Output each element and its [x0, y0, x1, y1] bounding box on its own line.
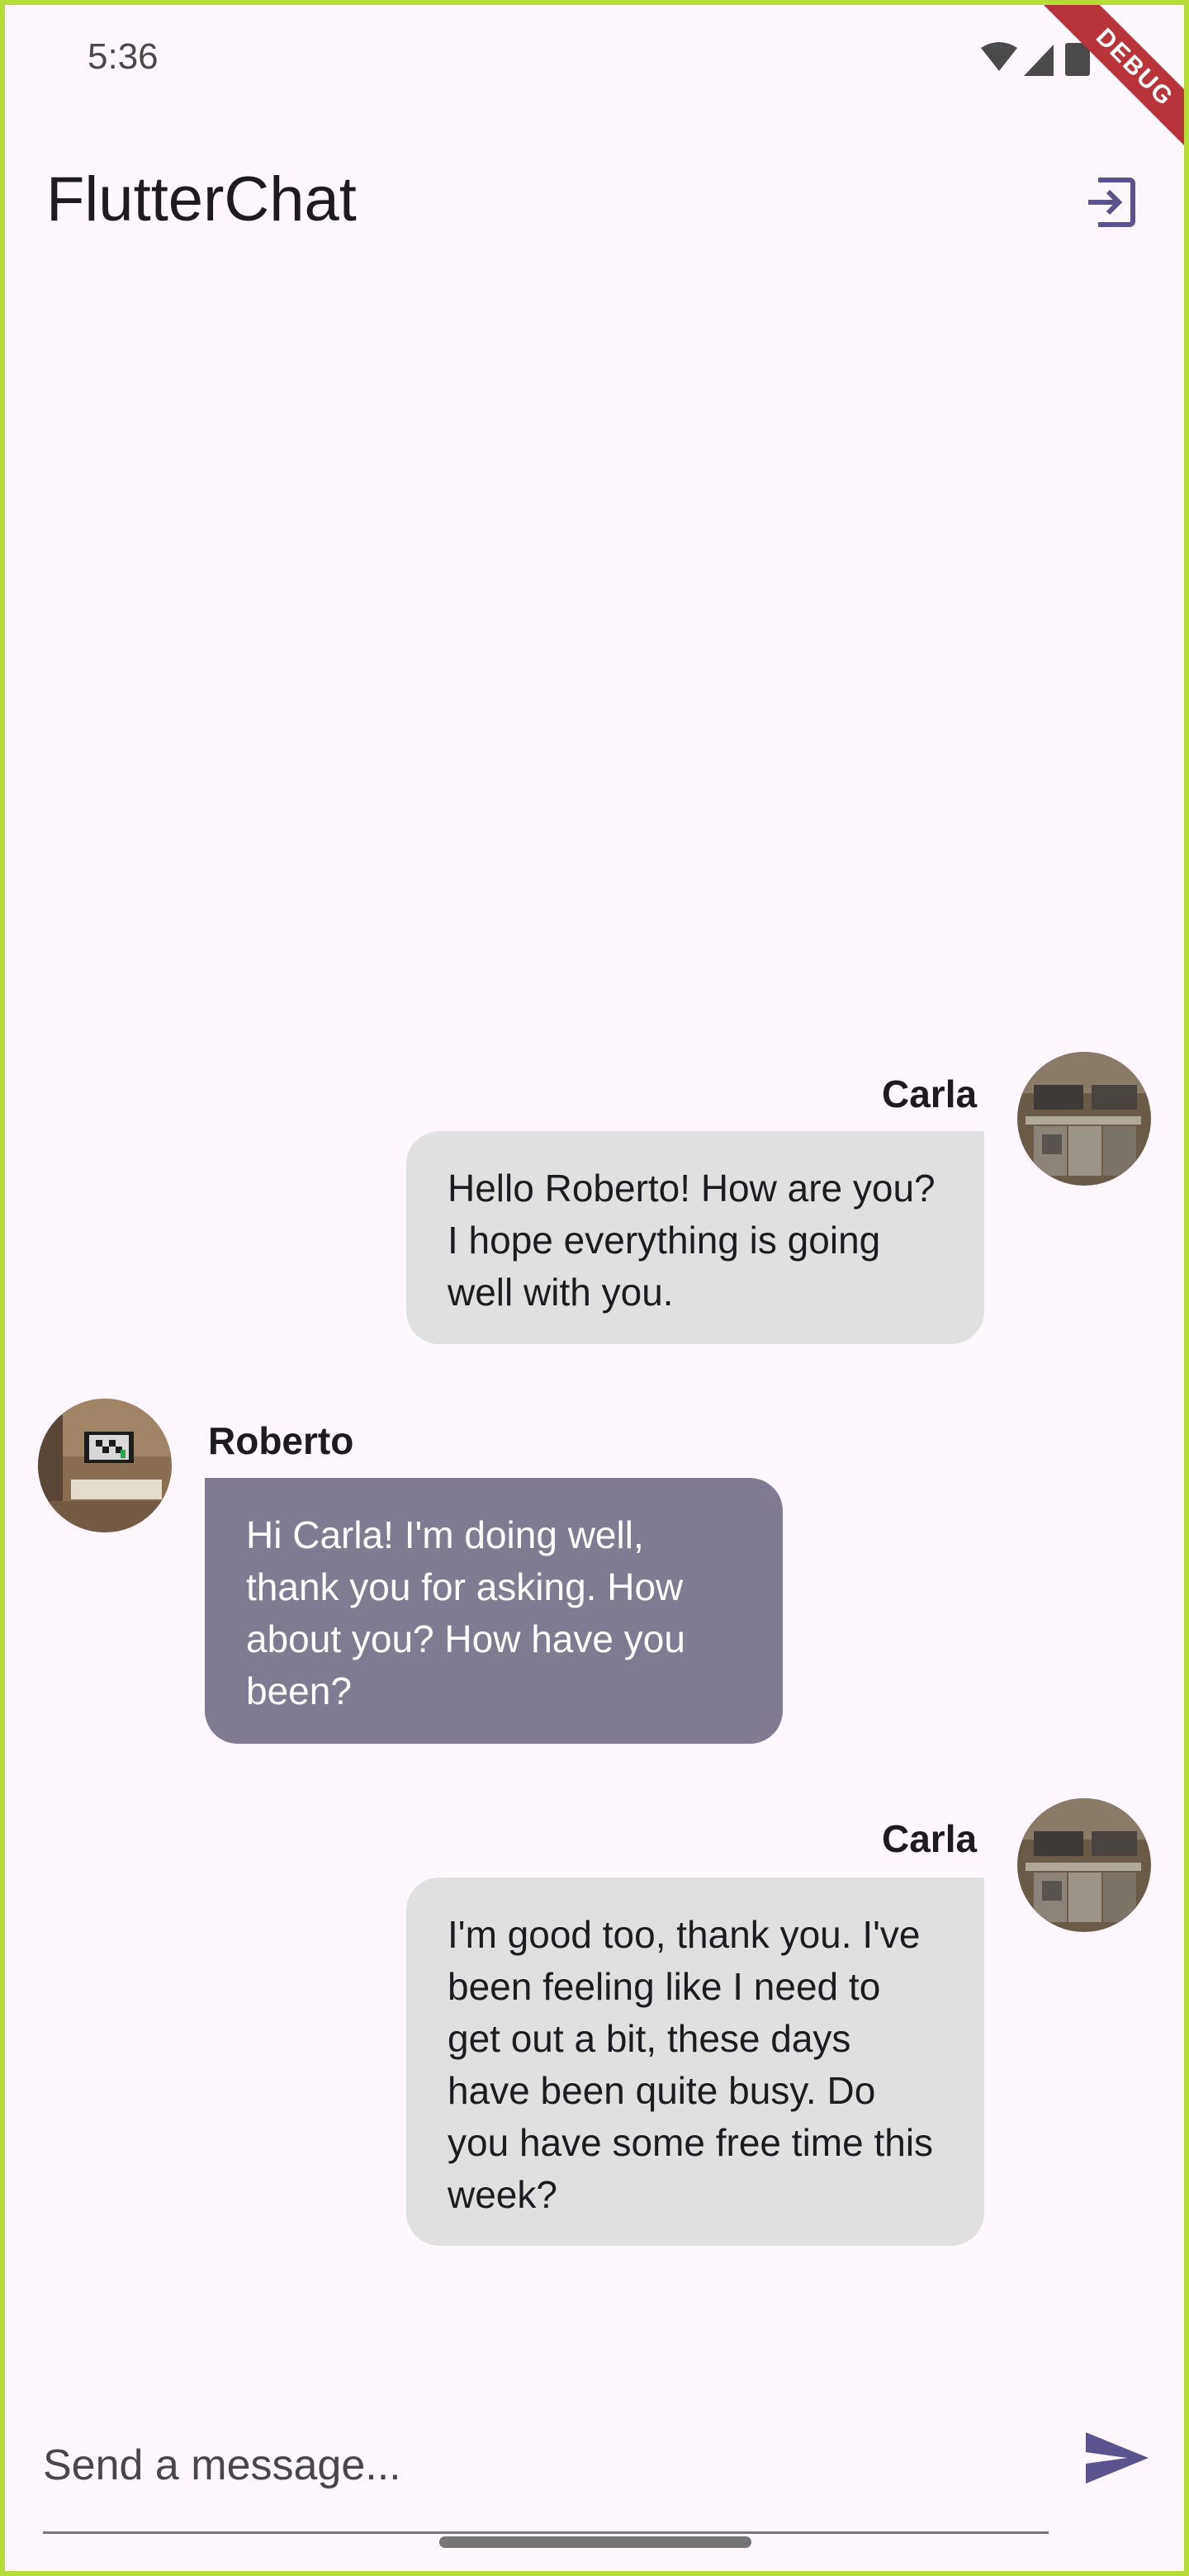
message-bubble: Hi Carla! I'm doing well, thank you for … — [205, 1478, 783, 1744]
debug-ribbon: DEBUG — [1032, 0, 1189, 170]
composer — [43, 2394, 1049, 2535]
app-title: FlutterChat — [46, 164, 357, 234]
avatar[interactable] — [38, 1399, 172, 1532]
status-time: 5:36 — [88, 36, 159, 77]
avatar[interactable] — [1017, 1798, 1151, 1932]
send-button[interactable] — [1080, 2421, 1154, 2495]
message-bubble: Hello Roberto! How are you? I hope every… — [406, 1131, 984, 1344]
avatar[interactable] — [1017, 1052, 1151, 1186]
sender-name: Roberto — [208, 1419, 354, 1462]
message-input[interactable] — [43, 2424, 1049, 2507]
message-bubble: I'm good too, thank you. I've been feeli… — [406, 1878, 984, 2246]
sender-name: Carla — [882, 1817, 978, 1860]
send-icon — [1086, 2432, 1149, 2484]
home-indicator — [439, 2536, 751, 2548]
logout-icon — [1088, 178, 1135, 227]
sender-name: Carla — [882, 1073, 978, 1115]
input-underline — [43, 2531, 1049, 2534]
debug-banner: DEBUG — [1007, 0, 1189, 182]
